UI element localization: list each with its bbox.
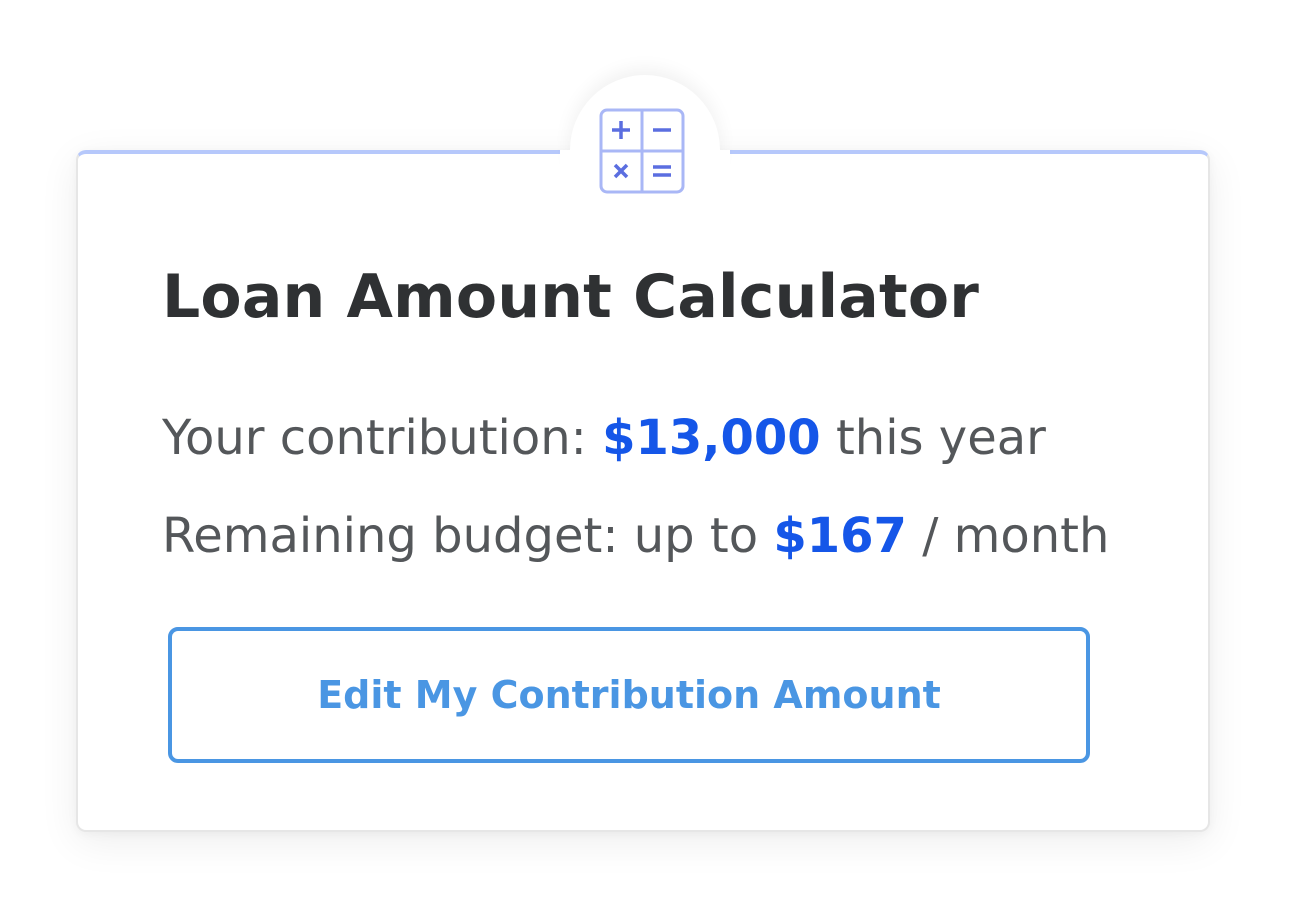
budget-period: / month	[906, 508, 1110, 564]
contribution-period: this year	[820, 410, 1046, 466]
calculator-icon	[599, 108, 685, 194]
budget-label: Remaining budget: up to	[162, 508, 774, 564]
card-title: Loan Amount Calculator	[162, 262, 980, 332]
budget-amount: $167	[773, 508, 907, 564]
contribution-line: Your contribution: $13,000 this year	[162, 410, 1046, 466]
edit-contribution-button[interactable]: Edit My Contribution Amount	[168, 627, 1090, 763]
budget-line: Remaining budget: up to $167 / month	[162, 508, 1109, 564]
contribution-label: Your contribution:	[162, 410, 603, 466]
contribution-amount: $13,000	[602, 410, 821, 466]
